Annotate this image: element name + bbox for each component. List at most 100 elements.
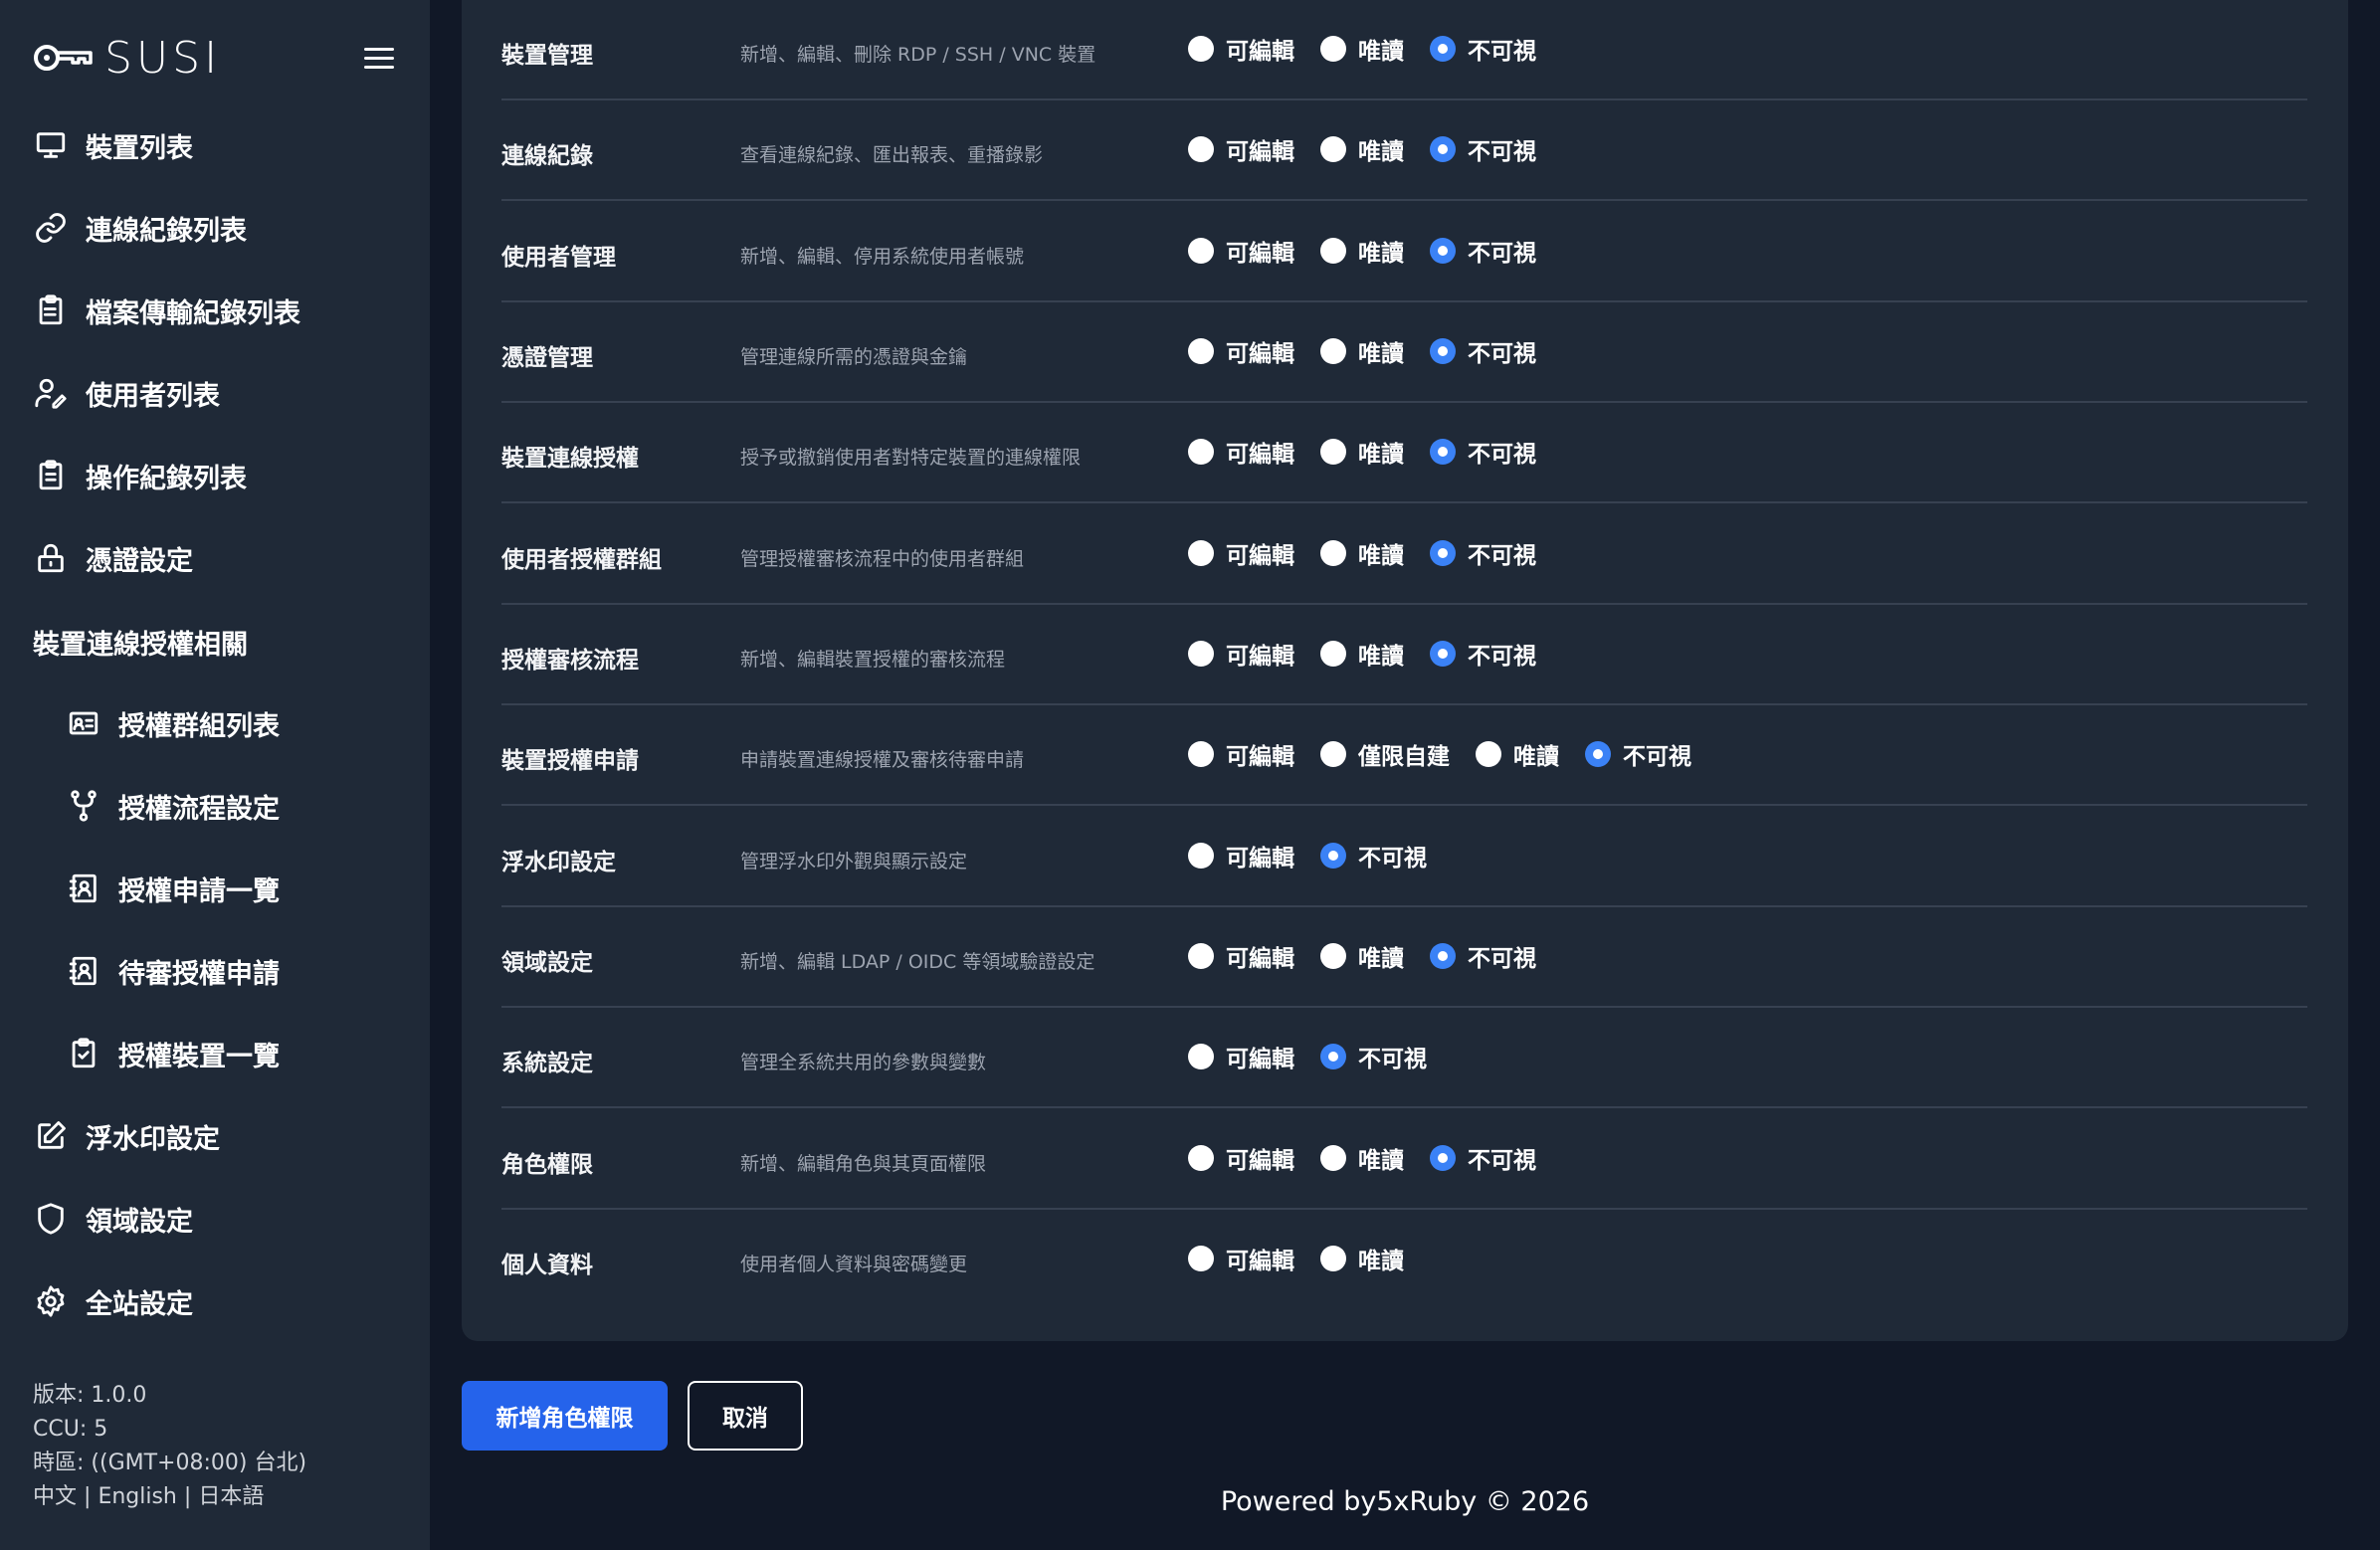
radio-unchecked[interactable] <box>1320 1246 1346 1271</box>
radio-unchecked[interactable] <box>1320 641 1346 667</box>
permission-option[interactable]: 唯讀 <box>1320 435 1404 469</box>
sidebar-item-operation-logs[interactable]: 操作紀錄列表 <box>33 451 247 500</box>
permission-option[interactable]: 可編輯 <box>1188 334 1294 368</box>
permission-option[interactable]: 不可視 <box>1430 32 1536 66</box>
radio-checked[interactable] <box>1430 36 1456 62</box>
radio-checked[interactable] <box>1320 1044 1346 1069</box>
permission-option[interactable]: 唯讀 <box>1320 939 1404 973</box>
permission-option[interactable]: 可編輯 <box>1188 32 1294 66</box>
permission-option[interactable]: 可編輯 <box>1188 132 1294 166</box>
permission-option[interactable]: 唯讀 <box>1320 637 1404 671</box>
permission-option[interactable]: 唯讀 <box>1320 536 1404 570</box>
radio-unchecked[interactable] <box>1188 741 1214 767</box>
radio-unchecked[interactable] <box>1188 338 1214 364</box>
sidebar-item-domain[interactable]: 領域設定 <box>33 1194 193 1244</box>
permission-option[interactable]: 不可視 <box>1430 234 1536 268</box>
sidebar-item-auth-requests[interactable]: 授權申請一覽 <box>66 864 280 913</box>
sidebar-item-certificates[interactable]: 憑證設定 <box>33 533 193 583</box>
cancel-button[interactable]: 取消 <box>688 1381 803 1451</box>
logo[interactable]: SUSI <box>33 33 221 84</box>
option-label: 可編輯 <box>1226 543 1294 569</box>
radio-checked[interactable] <box>1430 540 1456 566</box>
permission-option[interactable]: 可編輯 <box>1188 737 1294 771</box>
radio-unchecked[interactable] <box>1320 136 1346 162</box>
radio-unchecked[interactable] <box>1188 843 1214 869</box>
permission-option[interactable]: 唯讀 <box>1320 334 1404 368</box>
create-role-button[interactable]: 新增角色權限 <box>462 1381 668 1451</box>
permission-option[interactable]: 不可視 <box>1430 1141 1536 1175</box>
sidebar-item-auth-flow[interactable]: 授權流程設定 <box>66 781 280 831</box>
permission-option[interactable]: 不可視 <box>1430 435 1536 469</box>
permission-option[interactable]: 可編輯 <box>1188 435 1294 469</box>
sidebar-item-connection-logs[interactable]: 連線紀錄列表 <box>33 203 247 253</box>
permission-option[interactable]: 唯讀 <box>1320 132 1404 166</box>
lang-ja-link[interactable]: 日本語 <box>198 1484 264 1509</box>
permission-option[interactable]: 不可視 <box>1430 637 1536 671</box>
permission-option[interactable]: 不可視 <box>1320 1040 1427 1073</box>
radio-unchecked[interactable] <box>1188 36 1214 62</box>
radio-unchecked[interactable] <box>1188 943 1214 969</box>
option-label: 可編輯 <box>1226 442 1294 468</box>
radio-checked[interactable] <box>1320 843 1346 869</box>
radio-unchecked[interactable] <box>1320 238 1346 264</box>
permission-option[interactable]: 不可視 <box>1430 536 1536 570</box>
sidebar-item-authorized-devices[interactable]: 授權裝置一覽 <box>66 1029 280 1078</box>
sidebar-item-auth-groups[interactable]: 授權群組列表 <box>66 698 280 748</box>
lang-en-link[interactable]: English <box>98 1484 176 1509</box>
permission-option[interactable]: 唯讀 <box>1320 32 1404 66</box>
radio-unchecked[interactable] <box>1188 238 1214 264</box>
radio-unchecked[interactable] <box>1188 136 1214 162</box>
radio-unchecked[interactable] <box>1476 741 1501 767</box>
radio-checked[interactable] <box>1430 439 1456 465</box>
permission-option[interactable]: 可編輯 <box>1188 839 1294 872</box>
permission-option[interactable]: 僅限自建 <box>1320 737 1450 771</box>
permission-option[interactable]: 可編輯 <box>1188 536 1294 570</box>
radio-unchecked[interactable] <box>1320 1145 1346 1171</box>
radio-checked[interactable] <box>1430 238 1456 264</box>
permission-option[interactable]: 可編輯 <box>1188 234 1294 268</box>
radio-checked[interactable] <box>1430 943 1456 969</box>
permission-option[interactable]: 可編輯 <box>1188 1242 1294 1275</box>
permission-option[interactable]: 唯讀 <box>1320 1242 1404 1275</box>
radio-unchecked[interactable] <box>1320 439 1346 465</box>
radio-unchecked[interactable] <box>1320 943 1346 969</box>
sidebar-item-watermark[interactable]: 浮水印設定 <box>33 1111 220 1161</box>
radio-checked[interactable] <box>1430 338 1456 364</box>
sidebar-item-pending-requests[interactable]: 待審授權申請 <box>66 946 280 996</box>
radio-unchecked[interactable] <box>1188 1044 1214 1069</box>
radio-unchecked[interactable] <box>1188 641 1214 667</box>
radio-unchecked[interactable] <box>1188 439 1214 465</box>
permission-option[interactable]: 唯讀 <box>1320 234 1404 268</box>
permission-option[interactable]: 不可視 <box>1430 132 1536 166</box>
permission-option[interactable]: 不可視 <box>1320 839 1427 872</box>
permission-option[interactable]: 唯讀 <box>1320 1141 1404 1175</box>
lang-zh-link[interactable]: 中文 <box>33 1484 77 1509</box>
permission-option[interactable]: 可編輯 <box>1188 1141 1294 1175</box>
permission-option[interactable]: 不可視 <box>1430 334 1536 368</box>
sidebar-item-users[interactable]: 使用者列表 <box>33 368 220 418</box>
permission-option[interactable]: 可編輯 <box>1188 637 1294 671</box>
permission-option[interactable]: 不可視 <box>1430 939 1536 973</box>
permission-option[interactable]: 可編輯 <box>1188 939 1294 973</box>
sidebar-item-site-settings[interactable]: 全站設定 <box>33 1276 193 1326</box>
language-switcher: 中文 | English | 日本語 <box>33 1480 306 1514</box>
radio-unchecked[interactable] <box>1320 741 1346 767</box>
radio-unchecked[interactable] <box>1188 540 1214 566</box>
radio-unchecked[interactable] <box>1188 1246 1214 1271</box>
permission-row: 角色權限 新增、編輯角色與其頁面權限 可編輯 唯讀 不可視 <box>501 1109 2307 1210</box>
radio-unchecked[interactable] <box>1320 338 1346 364</box>
permission-option[interactable]: 可編輯 <box>1188 1040 1294 1073</box>
radio-unchecked[interactable] <box>1320 36 1346 62</box>
sidebar-item-file-transfer-logs[interactable]: 檔案傳輸紀錄列表 <box>33 286 300 335</box>
permission-option[interactable]: 不可視 <box>1585 737 1691 771</box>
radio-unchecked[interactable] <box>1320 540 1346 566</box>
radio-checked[interactable] <box>1430 641 1456 667</box>
sidebar-item-label: 連線紀錄列表 <box>86 215 247 247</box>
sidebar-item-devices[interactable]: 裝置列表 <box>33 120 193 170</box>
menu-toggle-button[interactable] <box>364 46 394 70</box>
radio-checked[interactable] <box>1585 741 1611 767</box>
radio-unchecked[interactable] <box>1188 1145 1214 1171</box>
radio-checked[interactable] <box>1430 136 1456 162</box>
radio-checked[interactable] <box>1430 1145 1456 1171</box>
permission-option[interactable]: 唯讀 <box>1476 737 1559 771</box>
